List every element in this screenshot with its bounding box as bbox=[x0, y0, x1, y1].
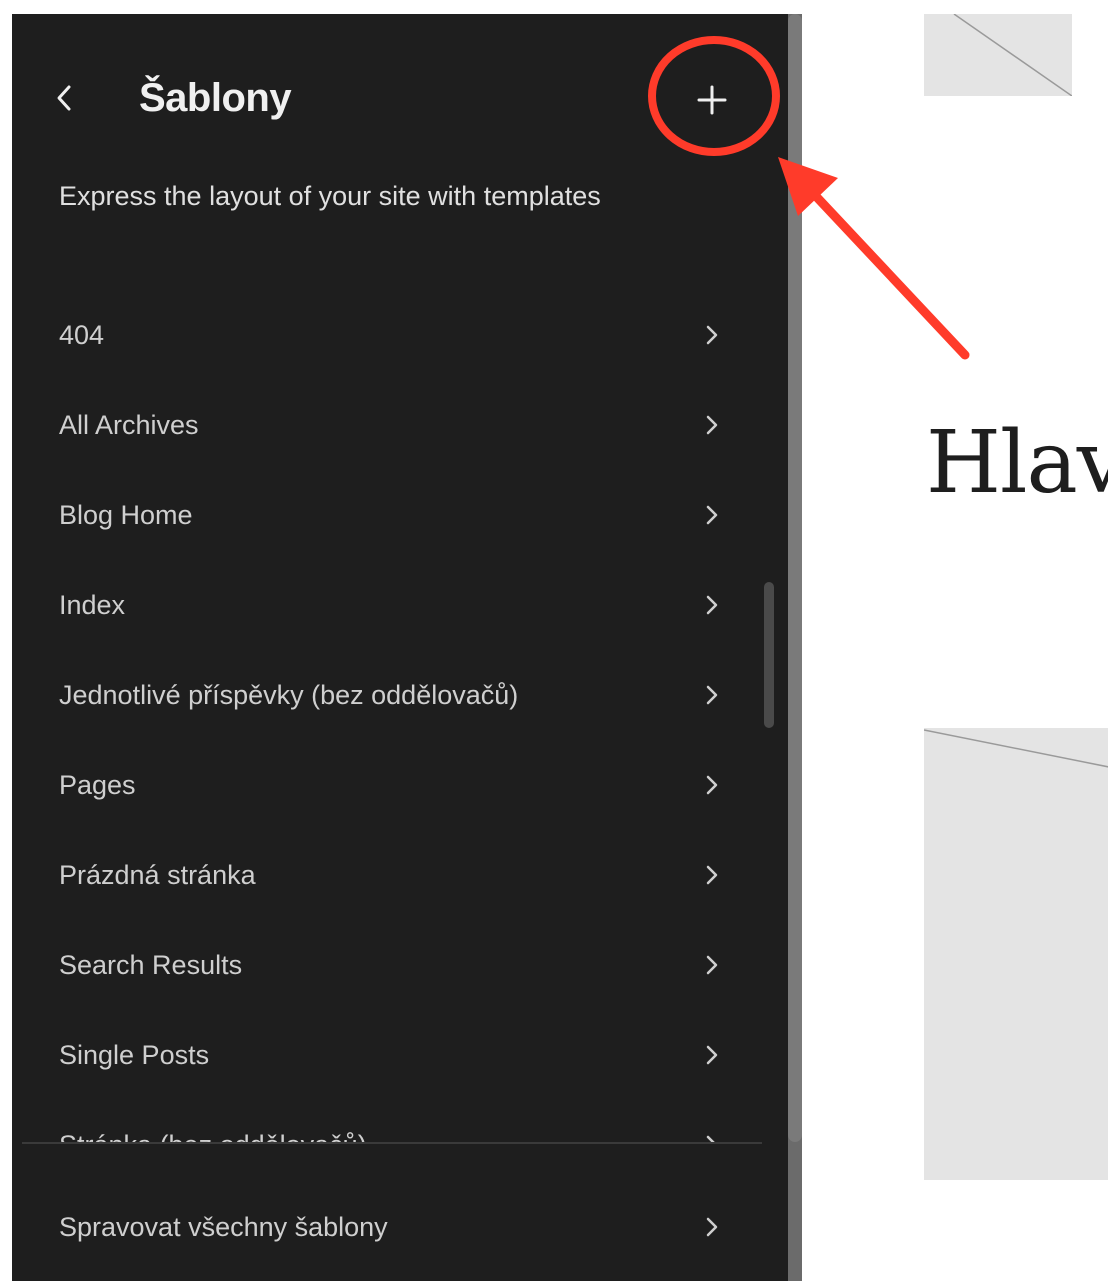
template-item-label: Stránka (bez oddělovačů) bbox=[59, 1127, 367, 1142]
sidebar-description: Express the layout of your site with tem… bbox=[59, 181, 601, 211]
canvas-heading: Hlav bbox=[926, 413, 1108, 513]
template-item-label: Index bbox=[59, 590, 126, 620]
chevron-right-icon bbox=[706, 325, 718, 345]
template-item-index[interactable]: Index bbox=[12, 560, 762, 650]
template-item-all-archives[interactable]: All Archives bbox=[12, 380, 762, 470]
chevron-right-icon bbox=[706, 775, 718, 795]
placeholder-diagonal bbox=[953, 14, 1072, 96]
template-item-search-results[interactable]: Search Results bbox=[12, 920, 762, 1010]
chevron-right-icon bbox=[706, 415, 718, 435]
page: Šablony Express the layout of your site … bbox=[0, 0, 1108, 1281]
template-list: 404 All Archives Blog Home Index Jednotl… bbox=[12, 290, 762, 1142]
chevron-right-icon bbox=[706, 685, 718, 705]
chevron-right-icon bbox=[706, 955, 718, 975]
template-item-label: Prázdná stránka bbox=[59, 860, 256, 890]
chevron-right-icon bbox=[706, 1217, 718, 1237]
manage-all-templates-link[interactable]: Spravovat všechny šablony bbox=[12, 1182, 762, 1272]
chevron-right-icon bbox=[706, 595, 718, 615]
template-item-label: Pages bbox=[59, 770, 136, 800]
chevron-right-icon bbox=[706, 865, 718, 885]
image-placeholder bbox=[924, 728, 1108, 1180]
plus-icon bbox=[697, 85, 727, 115]
template-item-blog-home[interactable]: Blog Home bbox=[12, 470, 762, 560]
template-item-single-posts-no-separators[interactable]: Jednotlivé příspěvky (bez oddělovačů) bbox=[12, 650, 762, 740]
template-item-label: Blog Home bbox=[59, 500, 193, 530]
list-divider bbox=[22, 1142, 762, 1144]
back-button[interactable] bbox=[46, 76, 82, 120]
outer-scrollbar-thumb[interactable] bbox=[788, 14, 802, 1142]
chevron-left-icon bbox=[57, 85, 71, 111]
template-item-404[interactable]: 404 bbox=[12, 290, 762, 380]
templates-sidebar: Šablony Express the layout of your site … bbox=[12, 14, 802, 1281]
template-item-single-posts[interactable]: Single Posts bbox=[12, 1010, 762, 1100]
chevron-right-icon bbox=[706, 1135, 715, 1142]
placeholder-diagonal bbox=[924, 729, 1108, 768]
template-item-pages[interactable]: Pages bbox=[12, 740, 762, 830]
template-item-label: Search Results bbox=[59, 950, 243, 980]
sidebar-title: Šablony bbox=[139, 76, 292, 120]
sidebar-header: Šablony bbox=[12, 14, 802, 184]
add-template-button[interactable] bbox=[690, 78, 734, 122]
template-item-label: Jednotlivé příspěvky (bez oddělovačů) bbox=[59, 680, 519, 710]
manage-all-templates-label: Spravovat všechny šablony bbox=[59, 1212, 388, 1242]
editor-canvas-preview: Hlav bbox=[802, 0, 1108, 1281]
template-item-label: All Archives bbox=[59, 410, 199, 440]
template-item-label: 404 bbox=[59, 320, 105, 350]
chevron-right-icon bbox=[706, 505, 718, 525]
list-scrollbar-thumb[interactable] bbox=[764, 582, 774, 728]
chevron-right-icon bbox=[706, 1045, 718, 1065]
template-item-blank-page[interactable]: Prázdná stránka bbox=[12, 830, 762, 920]
template-item-label: Single Posts bbox=[59, 1040, 210, 1070]
image-placeholder bbox=[924, 14, 1072, 96]
template-item-page-no-separators[interactable]: Stránka (bez oddělovačů) bbox=[12, 1100, 762, 1142]
